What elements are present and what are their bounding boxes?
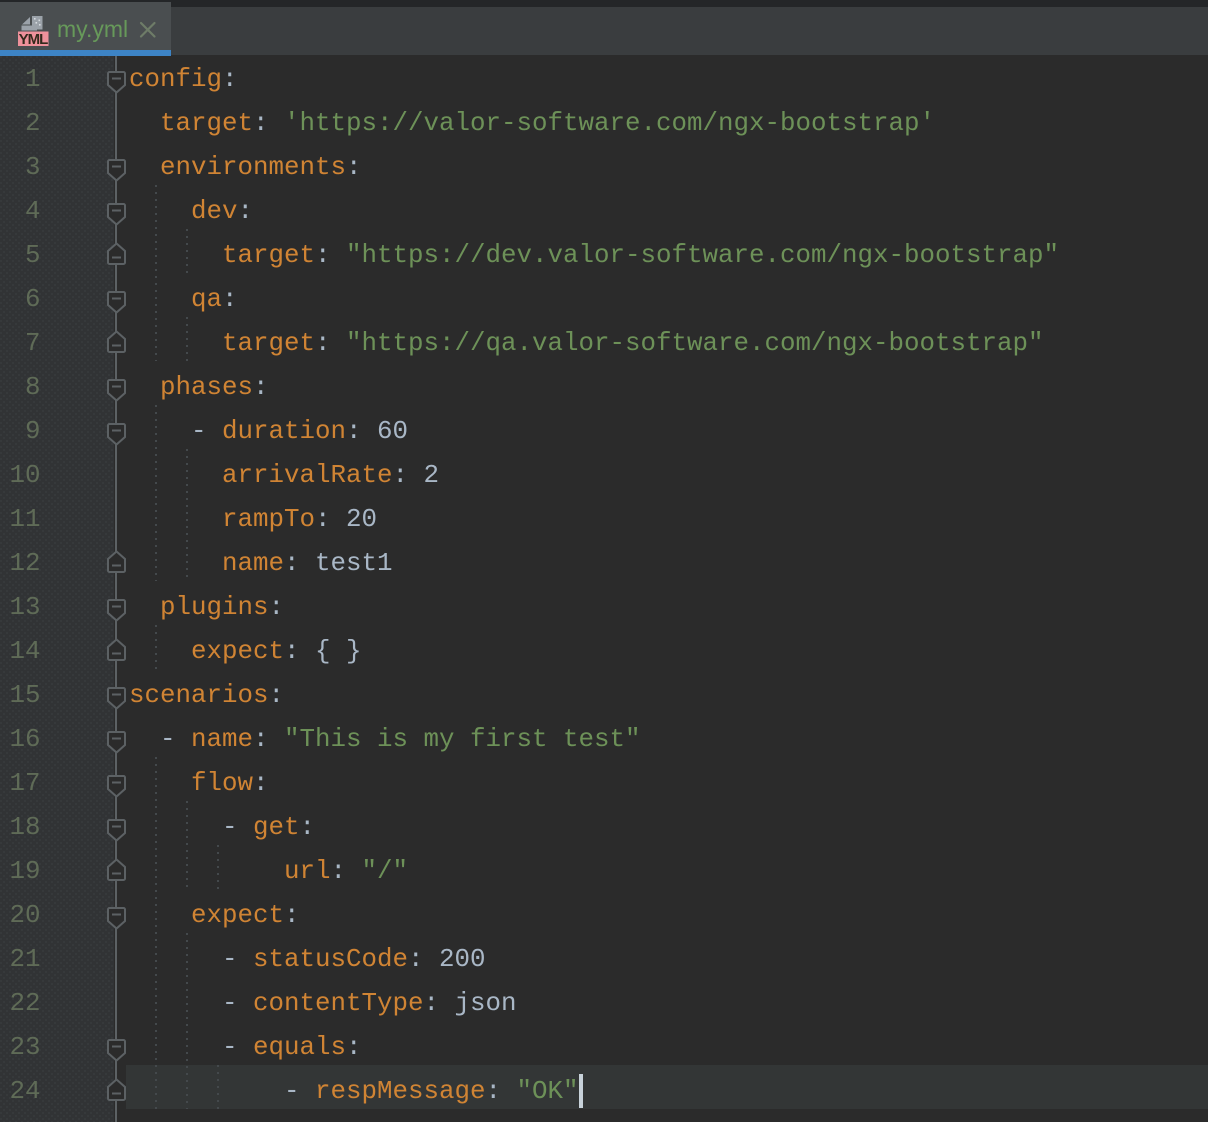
svg-text:YML: YML — [19, 31, 49, 46]
